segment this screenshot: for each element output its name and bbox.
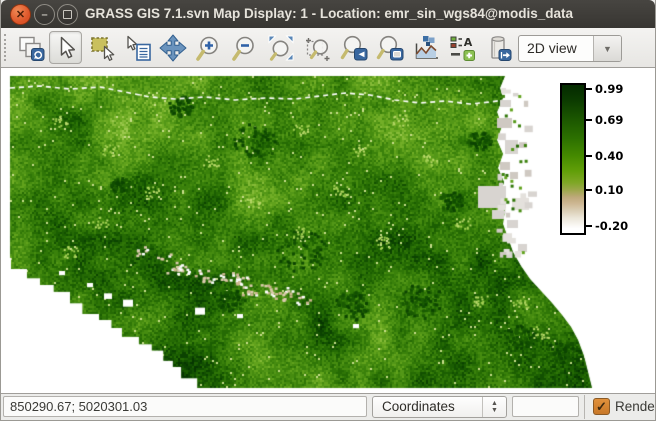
zoom-back-icon [340,34,368,62]
view-mode-value: 2D view [527,36,577,61]
svg-text:A: A [463,36,472,49]
render-checkbox[interactable]: ✓ [593,398,610,415]
statusbar: 850290.67; 5020301.03 Coordinates ▲▼ ✓ R… [1,394,655,420]
close-button[interactable]: ✕ [10,4,31,25]
zoom-extent-icon [267,34,295,62]
statusbar-panel [512,396,579,417]
checkmark-icon: ✓ [596,399,607,415]
view-mode-select[interactable]: 2D view ▼ [518,35,622,62]
add-overlay-icon: A [448,34,476,62]
legend-tick [586,225,592,227]
legend-label: 0.10 [595,183,635,197]
zoom-to-map-icon [376,34,404,62]
query-button[interactable] [121,31,154,64]
titlebar: ✕ – GRASS GIS 7.1.svn Map Display: 1 - L… [1,0,655,29]
pan-icon [159,34,187,62]
render-checkbox-label: Render [615,396,656,418]
spinner-arrows-icon[interactable]: ▲▼ [482,397,506,417]
statusbar-separator [584,395,585,419]
zoom-in-icon [195,34,223,62]
close-icon: ✕ [16,8,25,21]
zoom-to-map-button[interactable] [373,31,406,64]
legend-tick [586,155,592,157]
render-display-button[interactable] [14,31,47,64]
legend-colorbar [560,83,586,235]
map-toolbar: A 2D view ▼ [1,28,655,68]
pointer-button[interactable] [49,31,82,64]
legend-tick [586,189,592,191]
query-icon [124,34,152,62]
analyze-chart-icon [412,34,440,62]
legend-tick [586,119,592,121]
grass-map-display-window: ✕ – GRASS GIS 7.1.svn Map Display: 1 - L… [0,0,656,421]
zoom-extent-button[interactable] [264,31,297,64]
pointer-icon [52,34,80,62]
toolbar-grip[interactable] [4,34,10,61]
legend-tick [586,88,592,90]
legend-label: 0.40 [595,149,635,163]
save-display-icon [484,34,512,62]
zoom-in-button[interactable] [192,31,225,64]
map-display-area: 0.99 0.69 0.40 0.10 -0.20 [1,67,655,394]
select-icon [89,34,117,62]
chevron-down-icon[interactable]: ▼ [593,36,621,61]
pan-button[interactable] [156,31,189,64]
zoom-region-button[interactable] [300,31,333,64]
legend-label: 0.69 [595,113,635,127]
zoom-region-icon [303,34,331,62]
render-display-icon [17,34,45,62]
zoom-out-icon [231,34,259,62]
minimize-button[interactable]: – [34,4,55,25]
select-features-button[interactable] [86,31,119,64]
add-overlay-button[interactable]: A [445,31,478,64]
statusbar-mode-select[interactable]: Coordinates ▲▼ [372,396,507,418]
window-title: GRASS GIS 7.1.svn Map Display: 1 - Locat… [85,0,573,28]
legend-label: 0.99 [595,82,635,96]
statusbar-mode-value: Coordinates [382,397,455,417]
map-legend: 0.99 0.69 0.40 0.10 -0.20 [556,83,636,236]
maximize-icon [63,10,72,19]
zoom-back-button[interactable] [337,31,370,64]
analyze-map-button[interactable] [409,31,442,64]
maximize-button[interactable] [57,4,78,25]
legend-label: -0.20 [595,219,635,233]
save-display-button[interactable] [481,31,514,64]
zoom-out-button[interactable] [228,31,261,64]
coordinates-display: 850290.67; 5020301.03 [3,396,367,417]
minimize-icon: – [41,9,47,21]
